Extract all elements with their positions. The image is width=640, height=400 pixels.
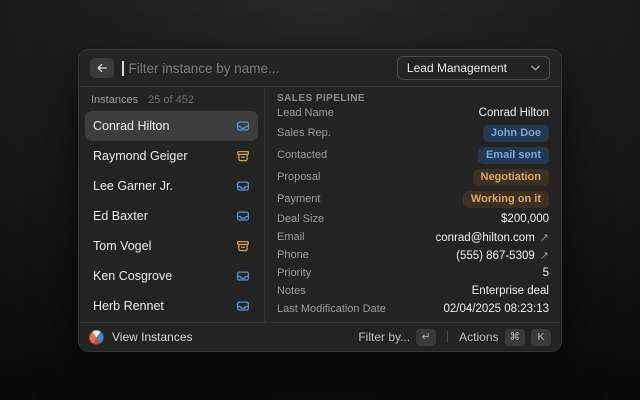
detail-value: 5 xyxy=(543,267,549,279)
detail-label: Last Modification Date xyxy=(277,303,386,315)
list-item[interactable]: Ken Cosgrove xyxy=(85,261,258,291)
command-key: ⌘ xyxy=(505,329,526,346)
detail-row: Priority 5 xyxy=(277,264,549,282)
filter-by-button[interactable]: Filter by... ↵ xyxy=(358,329,436,346)
status-badge: Working on it xyxy=(463,191,549,208)
detail-row: Last Modification Date 02/04/2025 08:23:1… xyxy=(277,300,549,318)
k-key: K xyxy=(531,329,551,346)
detail-panel: SALES PIPELINE Lead Name Conrad Hilton Sal… xyxy=(265,87,561,322)
external-link-icon: ↗ xyxy=(540,250,549,262)
actions-button[interactable]: Actions ⌘ K xyxy=(459,329,551,346)
return-key: ↵ xyxy=(416,329,436,346)
top-bar: Lead Management xyxy=(79,50,561,87)
detail-label: Sales Rep. xyxy=(277,127,331,139)
instance-list: Conrad Hilton Raymond Geiger Lee Garner Jr… xyxy=(85,111,258,321)
detail-label: Proposal xyxy=(277,171,320,183)
back-button[interactable] xyxy=(90,58,114,78)
detail-row: Phone (555) 867-5309↗ xyxy=(277,246,549,264)
detail-label: Priority xyxy=(277,267,311,279)
filter-by-label: Filter by... xyxy=(358,330,410,344)
list-header: Instances 25 of 452 xyxy=(85,91,258,111)
detail-label: Contacted xyxy=(277,149,327,161)
text-caret xyxy=(122,61,124,76)
detail-value: Enterprise deal xyxy=(472,285,549,297)
detail-row: Lead Name Conrad Hilton xyxy=(277,104,549,122)
footer-divider xyxy=(447,331,448,343)
instance-name: Lee Garner Jr. xyxy=(93,179,173,193)
instance-name: Raymond Geiger xyxy=(93,149,188,163)
list-item[interactable]: Herb Rennet xyxy=(85,291,258,321)
detail-value: $200,000 xyxy=(501,213,549,225)
desktop-background: Lead Management Instances 25 of 452 Conr… xyxy=(0,0,640,400)
link-value[interactable]: conrad@hilton.com↗ xyxy=(436,231,549,244)
inbox-icon xyxy=(236,209,250,223)
list-item[interactable]: Tom Vogel xyxy=(85,231,258,261)
detail-row: Sales Rep. John Doe xyxy=(277,122,549,144)
archive-icon xyxy=(236,149,250,163)
detail-row: Contacted Email sent xyxy=(277,144,549,166)
detail-label: Phone xyxy=(277,249,309,261)
list-item[interactable]: Raymond Geiger xyxy=(85,141,258,171)
instance-name: Conrad Hilton xyxy=(93,119,169,133)
dropdown-value: Lead Management xyxy=(407,61,507,75)
detail-value: 02/04/2025 08:23:13 xyxy=(443,303,549,315)
link-value[interactable]: (555) 867-5309↗ xyxy=(456,249,549,262)
instance-name: Ken Cosgrove xyxy=(93,269,172,283)
inbox-icon xyxy=(236,179,250,193)
status-badge: John Doe xyxy=(483,125,549,142)
status-badge: Email sent xyxy=(478,147,549,164)
instance-name: Ed Baxter xyxy=(93,209,148,223)
detail-label: Payment xyxy=(277,193,320,205)
instance-name: Herb Rennet xyxy=(93,299,164,313)
status-badge: Negotiation xyxy=(473,169,550,186)
section-title: SALES PIPELINE xyxy=(277,93,549,104)
detail-label: Notes xyxy=(277,285,306,297)
list-item[interactable]: Ed Baxter xyxy=(85,201,258,231)
detail-label: Deal Size xyxy=(277,213,324,225)
footer-bar: View Instances Filter by... ↵ Actions ⌘ … xyxy=(79,322,561,351)
detail-label: Lead Name xyxy=(277,107,334,119)
external-link-icon: ↗ xyxy=(540,232,549,244)
chevron-down-icon xyxy=(531,65,540,71)
detail-row: Payment Working on it xyxy=(277,188,549,210)
archive-icon xyxy=(236,239,250,253)
detail-value: Conrad Hilton xyxy=(479,107,549,119)
detail-row: Email conrad@hilton.com↗ xyxy=(277,228,549,246)
list-header-label: Instances xyxy=(91,94,138,106)
view-instances-label: View Instances xyxy=(112,330,193,344)
arrow-left-icon xyxy=(96,62,108,74)
instances-panel: Instances 25 of 452 Conrad Hilton Raymond… xyxy=(79,87,265,322)
window-body: Instances 25 of 452 Conrad Hilton Raymond… xyxy=(79,87,561,322)
command-palette-window: Lead Management Instances 25 of 452 Conr… xyxy=(78,49,562,352)
inbox-icon xyxy=(236,299,250,313)
inbox-icon xyxy=(236,269,250,283)
detail-row: Proposal Negotiation xyxy=(277,166,549,188)
inbox-icon xyxy=(236,119,250,133)
extension-logo-icon xyxy=(89,330,104,345)
extension-dropdown[interactable]: Lead Management xyxy=(397,56,550,80)
list-item[interactable]: Conrad Hilton xyxy=(85,111,258,141)
detail-row: Deal Size $200,000 xyxy=(277,210,549,228)
list-item[interactable]: Lee Garner Jr. xyxy=(85,171,258,201)
detail-label: Email xyxy=(277,231,305,243)
list-header-count: 25 of 452 xyxy=(148,94,194,106)
search-input[interactable] xyxy=(129,61,389,76)
detail-list: Lead Name Conrad Hilton Sales Rep. John Doe… xyxy=(277,104,549,318)
detail-row: Notes Enterprise deal xyxy=(277,282,549,300)
instance-name: Tom Vogel xyxy=(93,239,151,253)
actions-label: Actions xyxy=(459,330,498,344)
